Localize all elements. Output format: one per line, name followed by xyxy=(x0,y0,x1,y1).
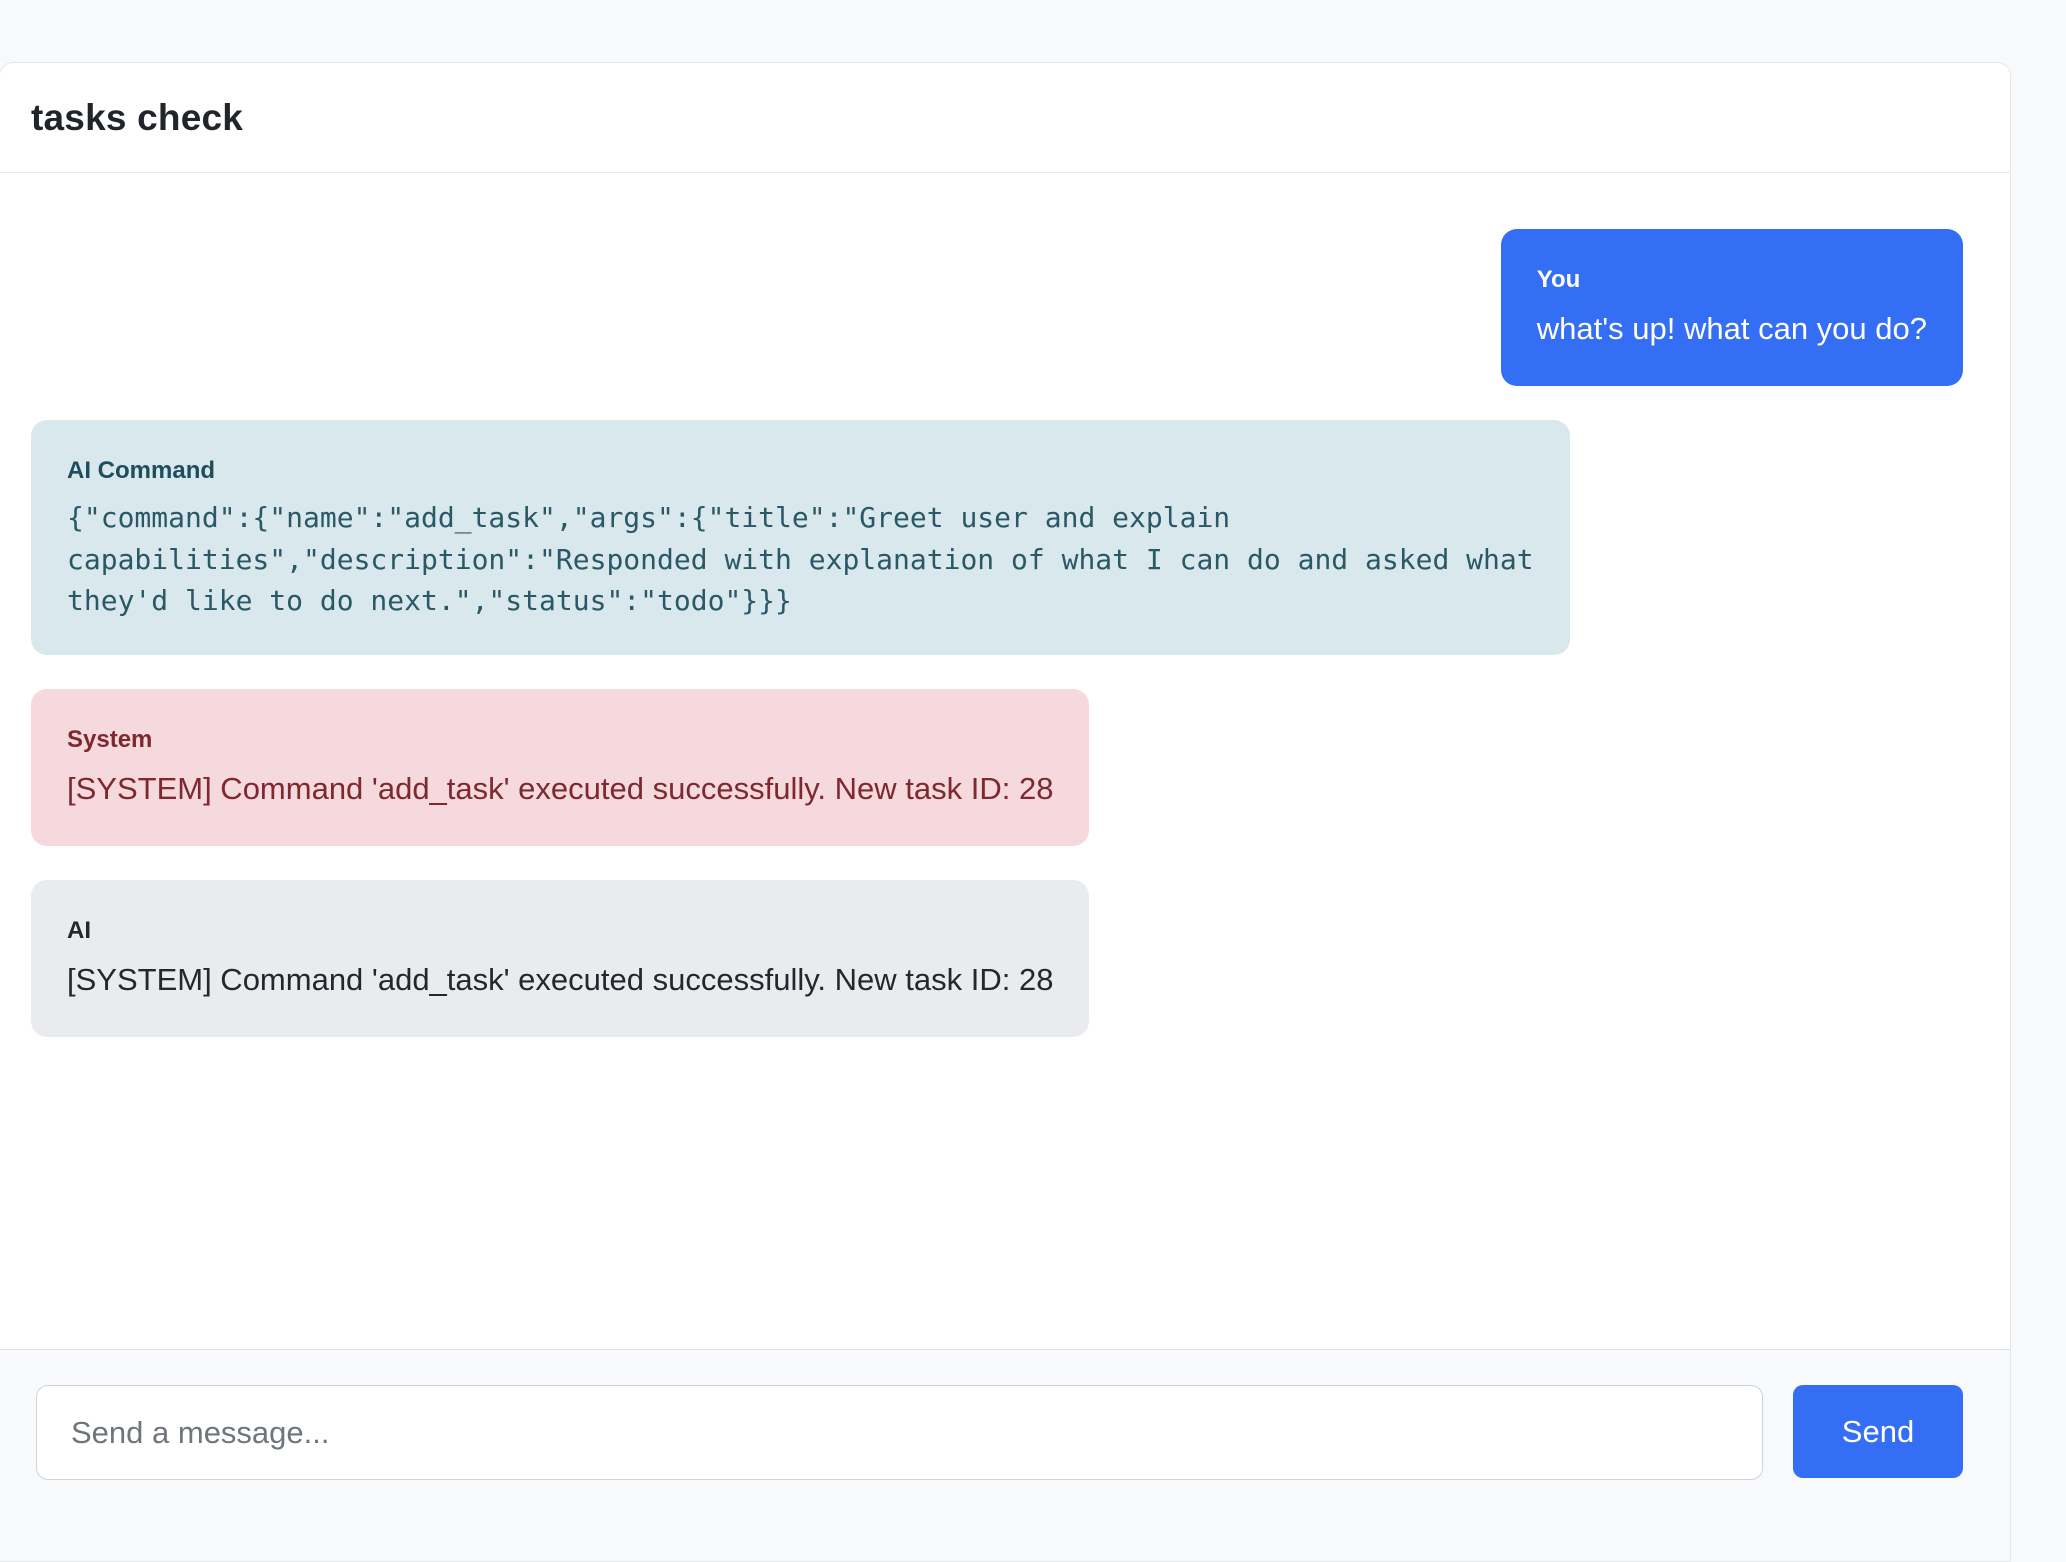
message-sender-label: AI xyxy=(67,914,1053,948)
message-row-user: You what's up! what can you do? xyxy=(31,229,1963,386)
send-button[interactable]: Send xyxy=(1793,1385,1963,1478)
message-row-ai: AI [SYSTEM] Command 'add_task' executed … xyxy=(31,880,1963,1037)
message-text: {"command":{"name":"add_task","args":{"t… xyxy=(67,497,1534,621)
message-composer: Send xyxy=(0,1349,2010,1561)
message-bubble-ai-command: AI Command {"command":{"name":"add_task"… xyxy=(31,420,1570,656)
chat-header: tasks check xyxy=(0,63,2010,173)
page-title: tasks check xyxy=(31,97,243,139)
message-input[interactable] xyxy=(36,1385,1763,1480)
message-text: [SYSTEM] Command 'add_task' executed suc… xyxy=(67,767,1053,812)
message-bubble-user: You what's up! what can you do? xyxy=(1501,229,1963,386)
message-text: what's up! what can you do? xyxy=(1537,307,1927,352)
message-sender-label: System xyxy=(67,723,1053,757)
message-sender-label: AI Command xyxy=(67,454,1534,488)
message-bubble-ai: AI [SYSTEM] Command 'add_task' executed … xyxy=(31,880,1089,1037)
message-list: You what's up! what can you do? AI Comma… xyxy=(0,173,2010,1349)
message-row-system: System [SYSTEM] Command 'add_task' execu… xyxy=(31,689,1963,846)
chat-card: tasks check You what's up! what can you … xyxy=(0,62,2011,1562)
message-text: [SYSTEM] Command 'add_task' executed suc… xyxy=(67,958,1053,1003)
message-sender-label: You xyxy=(1537,263,1927,297)
message-row-ai-command: AI Command {"command":{"name":"add_task"… xyxy=(31,420,1963,656)
message-bubble-system: System [SYSTEM] Command 'add_task' execu… xyxy=(31,689,1089,846)
